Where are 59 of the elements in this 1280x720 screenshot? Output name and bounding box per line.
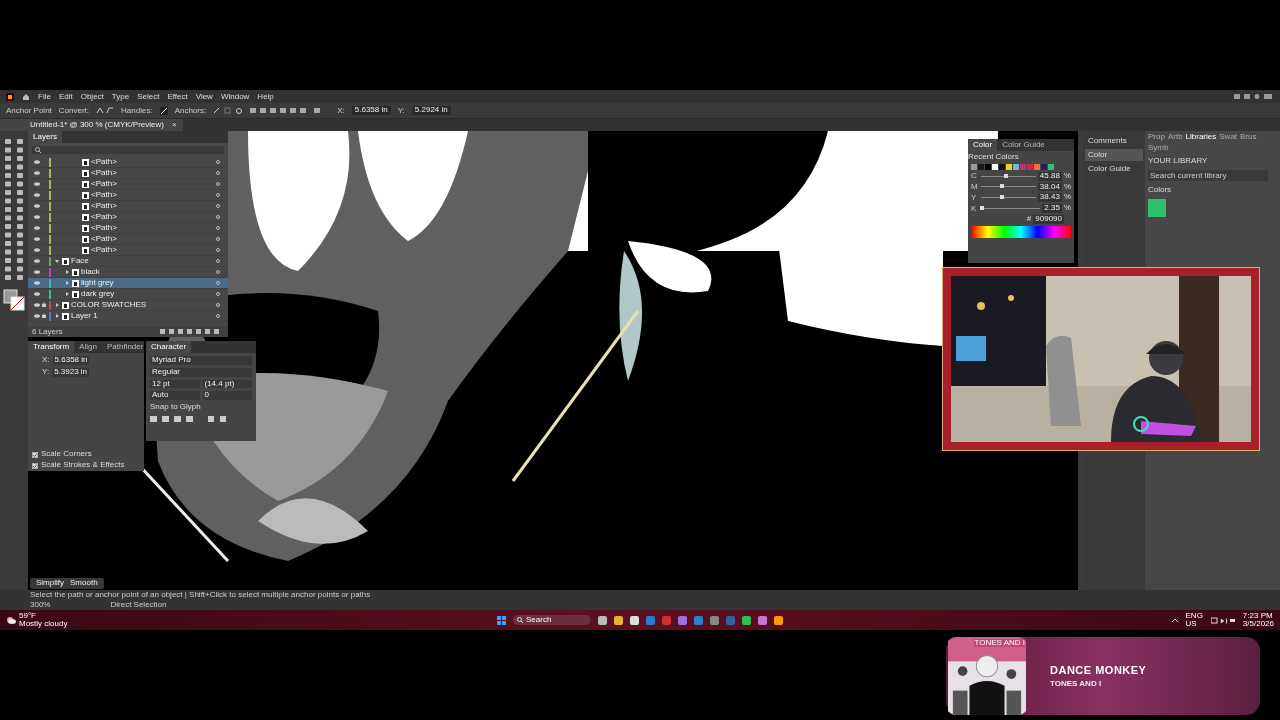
close-button[interactable]: × — [171, 121, 177, 129]
zoom-field[interactable]: 300% — [30, 601, 51, 609]
menu-item[interactable]: Window — [220, 92, 250, 101]
y-label: Y: — [397, 106, 405, 115]
search-placeholder: Search — [526, 616, 552, 624]
convert-icon[interactable] — [96, 107, 115, 114]
anchor-icon[interactable] — [213, 107, 244, 114]
song-title: DANCE MONKEY — [1050, 664, 1147, 676]
panel-tab[interactable]: Symb — [1148, 144, 1169, 152]
document-title: Untitled-1* @ 300 % (CMYK/Preview) — [30, 121, 164, 129]
anchors-label: Anchors: — [174, 106, 207, 115]
clock-time[interactable]: 7:23 PM — [1242, 612, 1274, 620]
clock-date[interactable]: 3/5/2026 — [1242, 620, 1274, 628]
search-icon — [517, 617, 523, 623]
section-heading[interactable]: Colors — [1148, 186, 1277, 194]
home-icon[interactable] — [22, 92, 30, 101]
panel-tab[interactable]: Swat — [1219, 133, 1238, 141]
convert-label: Convert: — [58, 106, 90, 115]
status-hint: Select the path or anchor point of an object | Shift+Click to select multiple anchor points or paths — [30, 591, 371, 599]
system-tray-icon[interactable] — [1210, 616, 1235, 624]
weather-icon[interactable] — [6, 616, 16, 624]
library-heading[interactable]: YOUR LIBRARY — [1148, 157, 1277, 165]
color-swatch[interactable] — [1148, 199, 1166, 217]
menu-item[interactable]: Select — [137, 92, 160, 101]
menu-item[interactable]: Edit — [58, 92, 73, 101]
fill-stroke-icon[interactable] — [3, 289, 25, 311]
x-field[interactable]: 5.6358 in — [351, 106, 391, 115]
chevron-icon[interactable] — [1171, 617, 1178, 623]
y-field[interactable]: 5.2924 in — [411, 106, 451, 115]
handles-label: Handles: — [121, 106, 153, 115]
weather-text: Mostly cloudy — [19, 620, 68, 628]
panel-button[interactable]: Color — [1085, 149, 1143, 161]
x-label: X: — [337, 106, 345, 115]
panel-button[interactable]: Comments — [1085, 135, 1143, 147]
region[interactable]: US — [1185, 620, 1203, 628]
temperature: 59°F — [19, 612, 37, 620]
tool-name: Anchor Point — [6, 106, 52, 115]
panel-tab[interactable]: Prop — [1148, 133, 1165, 141]
artist-name: TONES AND I — [1050, 679, 1103, 688]
document-tab[interactable]: Untitled-1* @ 300 % (CMYK/Preview) × — [0, 119, 183, 131]
search-field[interactable]: Search current library — [1148, 170, 1268, 181]
language[interactable]: ENG — [1185, 612, 1203, 620]
search-field[interactable]: Search — [513, 615, 591, 625]
menu-item[interactable]: Help — [257, 92, 274, 101]
menu-item[interactable]: Effect — [167, 92, 188, 101]
menu-item[interactable]: Type — [111, 92, 130, 101]
window-controls-icon[interactable] — [1234, 93, 1274, 100]
menu-item[interactable]: View — [195, 92, 213, 101]
panel-tab[interactable]: Brus — [1240, 133, 1257, 141]
panel-button[interactable]: Color Guide — [1085, 163, 1143, 175]
menu-item[interactable]: File — [38, 92, 51, 101]
start-icon[interactable] — [497, 615, 506, 625]
menu-item[interactable]: Object — [80, 92, 104, 101]
panel-tab[interactable]: Artb — [1167, 133, 1183, 141]
app-icon — [6, 92, 14, 101]
panel-tab[interactable]: Libraries — [1185, 133, 1217, 141]
current-tool: Direct Selection — [110, 601, 167, 609]
album-label: TONES AND I — [974, 639, 1025, 647]
handle-icon[interactable] — [159, 106, 168, 115]
